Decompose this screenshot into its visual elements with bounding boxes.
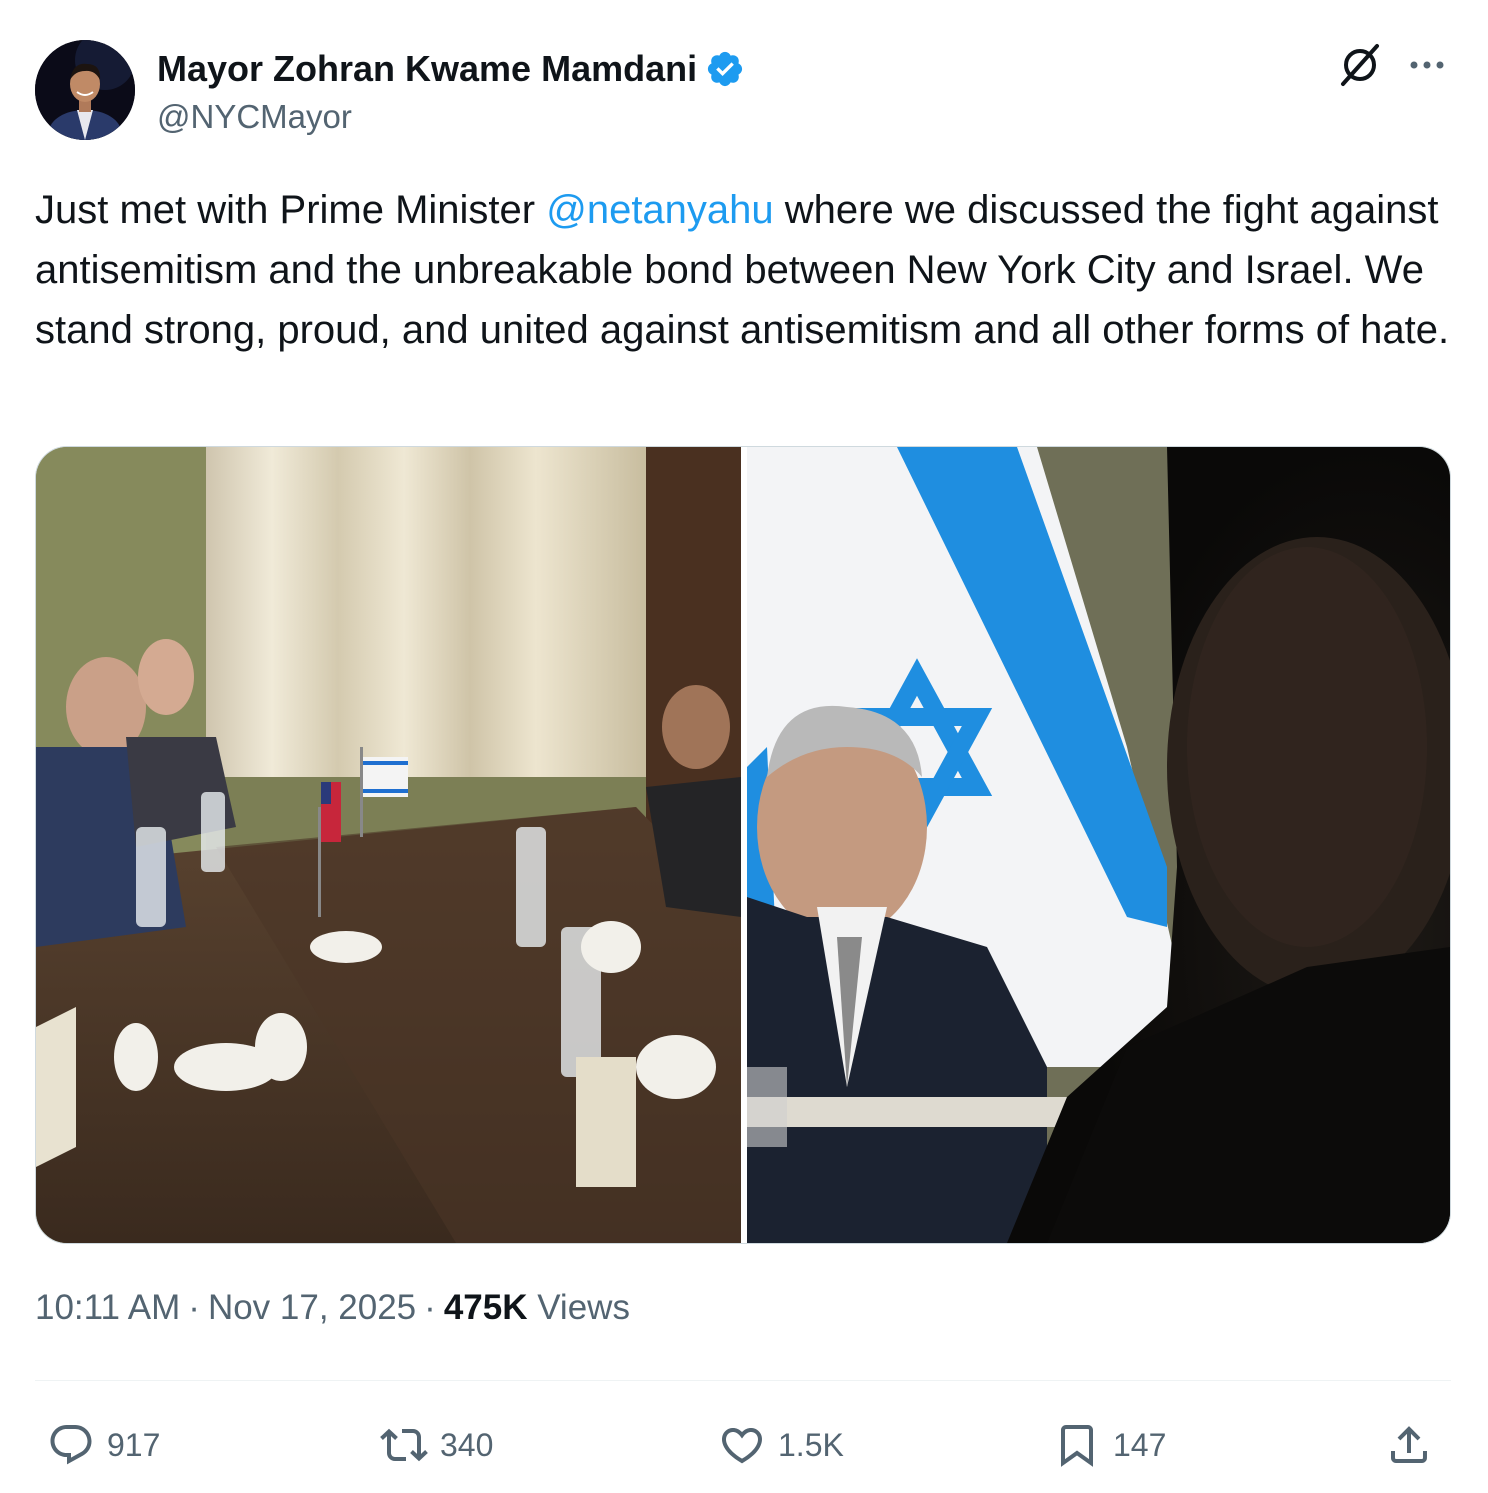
grok-icon[interactable] xyxy=(1337,42,1383,88)
share-button[interactable] xyxy=(1385,1410,1433,1480)
action-bar: 917 340 1.5K 147 xyxy=(35,1410,1451,1480)
bookmark-icon xyxy=(1061,1425,1093,1467)
like-button[interactable]: 1.5K xyxy=(718,1410,844,1480)
reply-icon xyxy=(50,1425,92,1465)
tweet-meta: 10:11 AM · Nov 17, 2025 · 475K Views xyxy=(35,1288,630,1328)
photo-meeting-table[interactable] xyxy=(36,447,741,1243)
handle[interactable]: @NYCMayor xyxy=(157,98,352,136)
like-count: 1.5K xyxy=(778,1426,844,1463)
tweet-time[interactable]: 10:11 AM xyxy=(35,1288,180,1327)
bookmark-button[interactable]: 147 xyxy=(1053,1410,1166,1480)
repost-button[interactable]: 340 xyxy=(380,1410,493,1480)
avatar[interactable] xyxy=(35,40,135,140)
reply-button[interactable]: 917 xyxy=(47,1410,160,1480)
tweet-text-before: Just met with Prime Minister xyxy=(35,188,547,232)
views-label: Views xyxy=(537,1288,630,1327)
media-grid xyxy=(35,446,1451,1244)
meta-separator-2: · xyxy=(424,1288,436,1327)
repost-count: 340 xyxy=(440,1426,494,1463)
photo-prime-minister[interactable] xyxy=(747,447,1450,1243)
more-icon[interactable] xyxy=(1407,50,1447,80)
like-icon xyxy=(721,1428,763,1464)
verified-badge-icon[interactable] xyxy=(705,49,745,89)
views-count: 475K xyxy=(443,1288,528,1327)
share-icon xyxy=(1391,1426,1427,1463)
tweet-text: Just met with Prime Minister @netanyahu … xyxy=(35,180,1453,360)
bookmark-count: 147 xyxy=(1113,1426,1167,1463)
meta-separator: · xyxy=(188,1288,200,1327)
name-row: Mayor Zohran Kwame Mamdani xyxy=(157,48,745,90)
repost-icon xyxy=(380,1428,428,1462)
display-name[interactable]: Mayor Zohran Kwame Mamdani xyxy=(157,48,697,90)
reply-count: 917 xyxy=(107,1426,161,1463)
divider xyxy=(35,1380,1451,1381)
tweet-date[interactable]: Nov 17, 2025 xyxy=(208,1288,416,1327)
tweet-header: Mayor Zohran Kwame Mamdani @NYCMayor xyxy=(35,40,1453,140)
mention-link[interactable]: @netanyahu xyxy=(546,188,773,232)
